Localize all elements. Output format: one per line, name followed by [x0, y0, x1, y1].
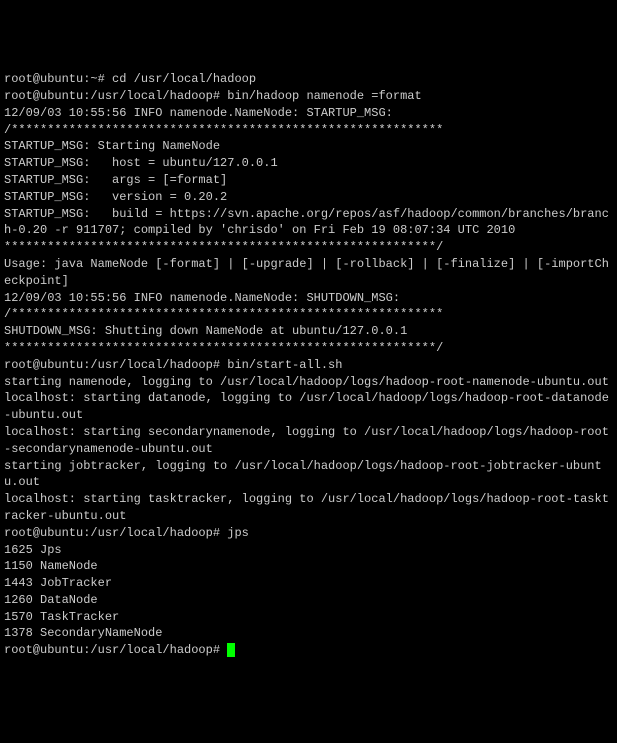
terminal-line: localhost: starting tasktracker, logging…	[4, 491, 613, 525]
terminal-line: 12/09/03 10:55:56 INFO namenode.NameNode…	[4, 290, 613, 307]
terminal-line: localhost: starting secondarynamenode, l…	[4, 424, 613, 458]
terminal-output: root@ubuntu:~# cd /usr/local/hadooproot@…	[4, 71, 613, 642]
terminal-line: localhost: starting datanode, logging to…	[4, 390, 613, 424]
terminal-line: STARTUP_MSG: host = ubuntu/127.0.0.1	[4, 155, 613, 172]
terminal-line: 1443 JobTracker	[4, 575, 613, 592]
terminal-line: /***************************************…	[4, 122, 613, 139]
terminal-line: /***************************************…	[4, 306, 613, 323]
terminal-line: ****************************************…	[4, 239, 613, 256]
terminal-line: 12/09/03 10:55:56 INFO namenode.NameNode…	[4, 105, 613, 122]
cursor-icon	[227, 643, 235, 657]
terminal-line: 1150 NameNode	[4, 558, 613, 575]
terminal-line: root@ubuntu:/usr/local/hadoop# bin/hadoo…	[4, 88, 613, 105]
terminal-line: 1378 SecondaryNameNode	[4, 625, 613, 642]
terminal-prompt-line[interactable]: root@ubuntu:/usr/local/hadoop#	[4, 642, 613, 659]
terminal-line: root@ubuntu:~# cd /usr/local/hadoop	[4, 71, 613, 88]
terminal-line: starting jobtracker, logging to /usr/loc…	[4, 458, 613, 492]
terminal-line: STARTUP_MSG: args = [=format]	[4, 172, 613, 189]
terminal-line: STARTUP_MSG: build = https://svn.apache.…	[4, 206, 613, 240]
terminal-line: 1570 TaskTracker	[4, 609, 613, 626]
terminal-line: SHUTDOWN_MSG: Shutting down NameNode at …	[4, 323, 613, 340]
terminal-line: ****************************************…	[4, 340, 613, 357]
terminal-line: STARTUP_MSG: Starting NameNode	[4, 138, 613, 155]
terminal-line: STARTUP_MSG: version = 0.20.2	[4, 189, 613, 206]
terminal-prompt: root@ubuntu:/usr/local/hadoop#	[4, 643, 227, 657]
terminal-line: Usage: java NameNode [-format] | [-upgra…	[4, 256, 613, 290]
terminal-line: root@ubuntu:/usr/local/hadoop# jps	[4, 525, 613, 542]
terminal-line: starting namenode, logging to /usr/local…	[4, 374, 613, 391]
terminal-line: root@ubuntu:/usr/local/hadoop# bin/start…	[4, 357, 613, 374]
terminal-line: 1260 DataNode	[4, 592, 613, 609]
